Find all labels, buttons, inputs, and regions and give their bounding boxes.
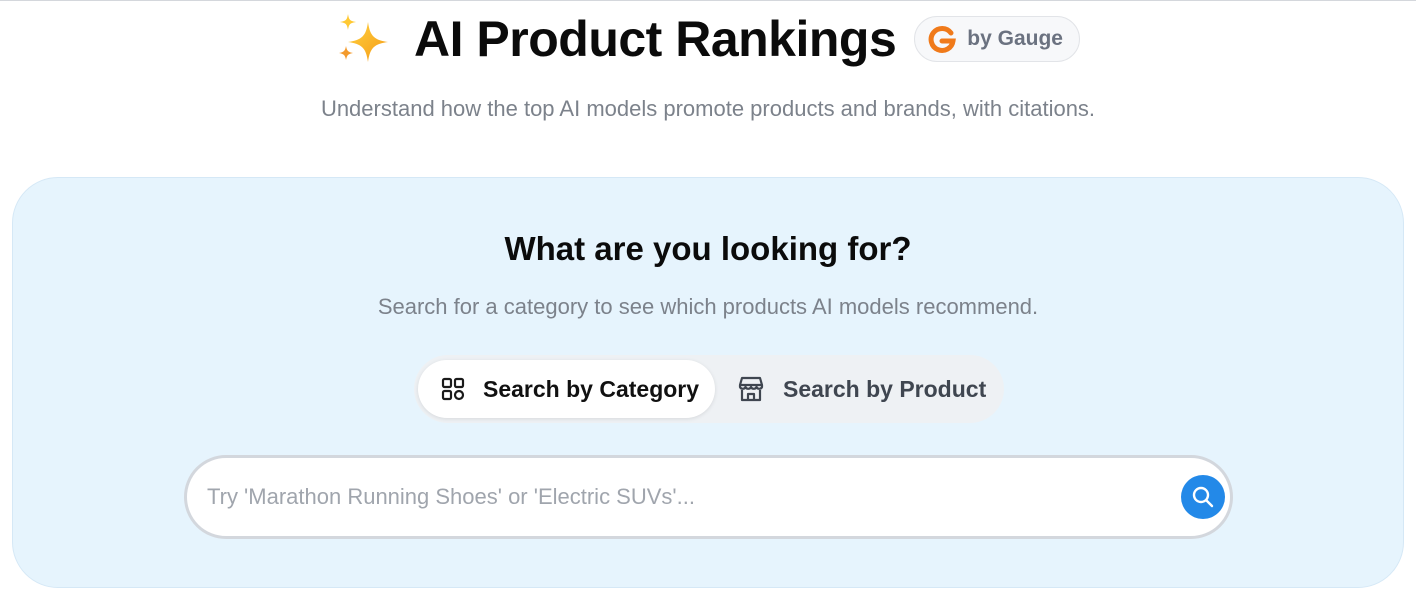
search-input[interactable] <box>207 458 1167 536</box>
storefront-icon <box>737 375 783 403</box>
tab-search-by-category[interactable]: Search by Category <box>418 360 715 418</box>
gauge-logo-icon <box>927 24 957 54</box>
search-box <box>184 455 1233 539</box>
page-title: AI Product Rankings <box>414 11 897 67</box>
page-subtitle: Understand how the top AI models promote… <box>320 96 1096 121</box>
search-icon <box>1191 485 1215 509</box>
top-divider <box>0 0 1416 1</box>
grid-icon <box>441 377 483 401</box>
search-card: What are you looking for? Search for a c… <box>12 177 1404 588</box>
tab-label: Search by Product <box>783 375 987 402</box>
search-card-title: What are you looking for? <box>504 230 912 267</box>
badge-label: by Gauge <box>967 27 1063 50</box>
page-header: AI Product Rankings by Gauge <box>0 8 1416 70</box>
search-button[interactable] <box>1181 475 1225 519</box>
tab-search-by-product[interactable]: Search by Product <box>734 360 996 418</box>
search-mode-toggle: Search by Category Search by Product <box>414 355 1004 423</box>
by-gauge-badge[interactable]: by Gauge <box>914 16 1080 62</box>
sparkles-icon <box>336 12 392 66</box>
tab-label: Search by Category <box>483 375 700 402</box>
search-card-subtitle: Search for a category to see which produ… <box>377 294 1039 319</box>
